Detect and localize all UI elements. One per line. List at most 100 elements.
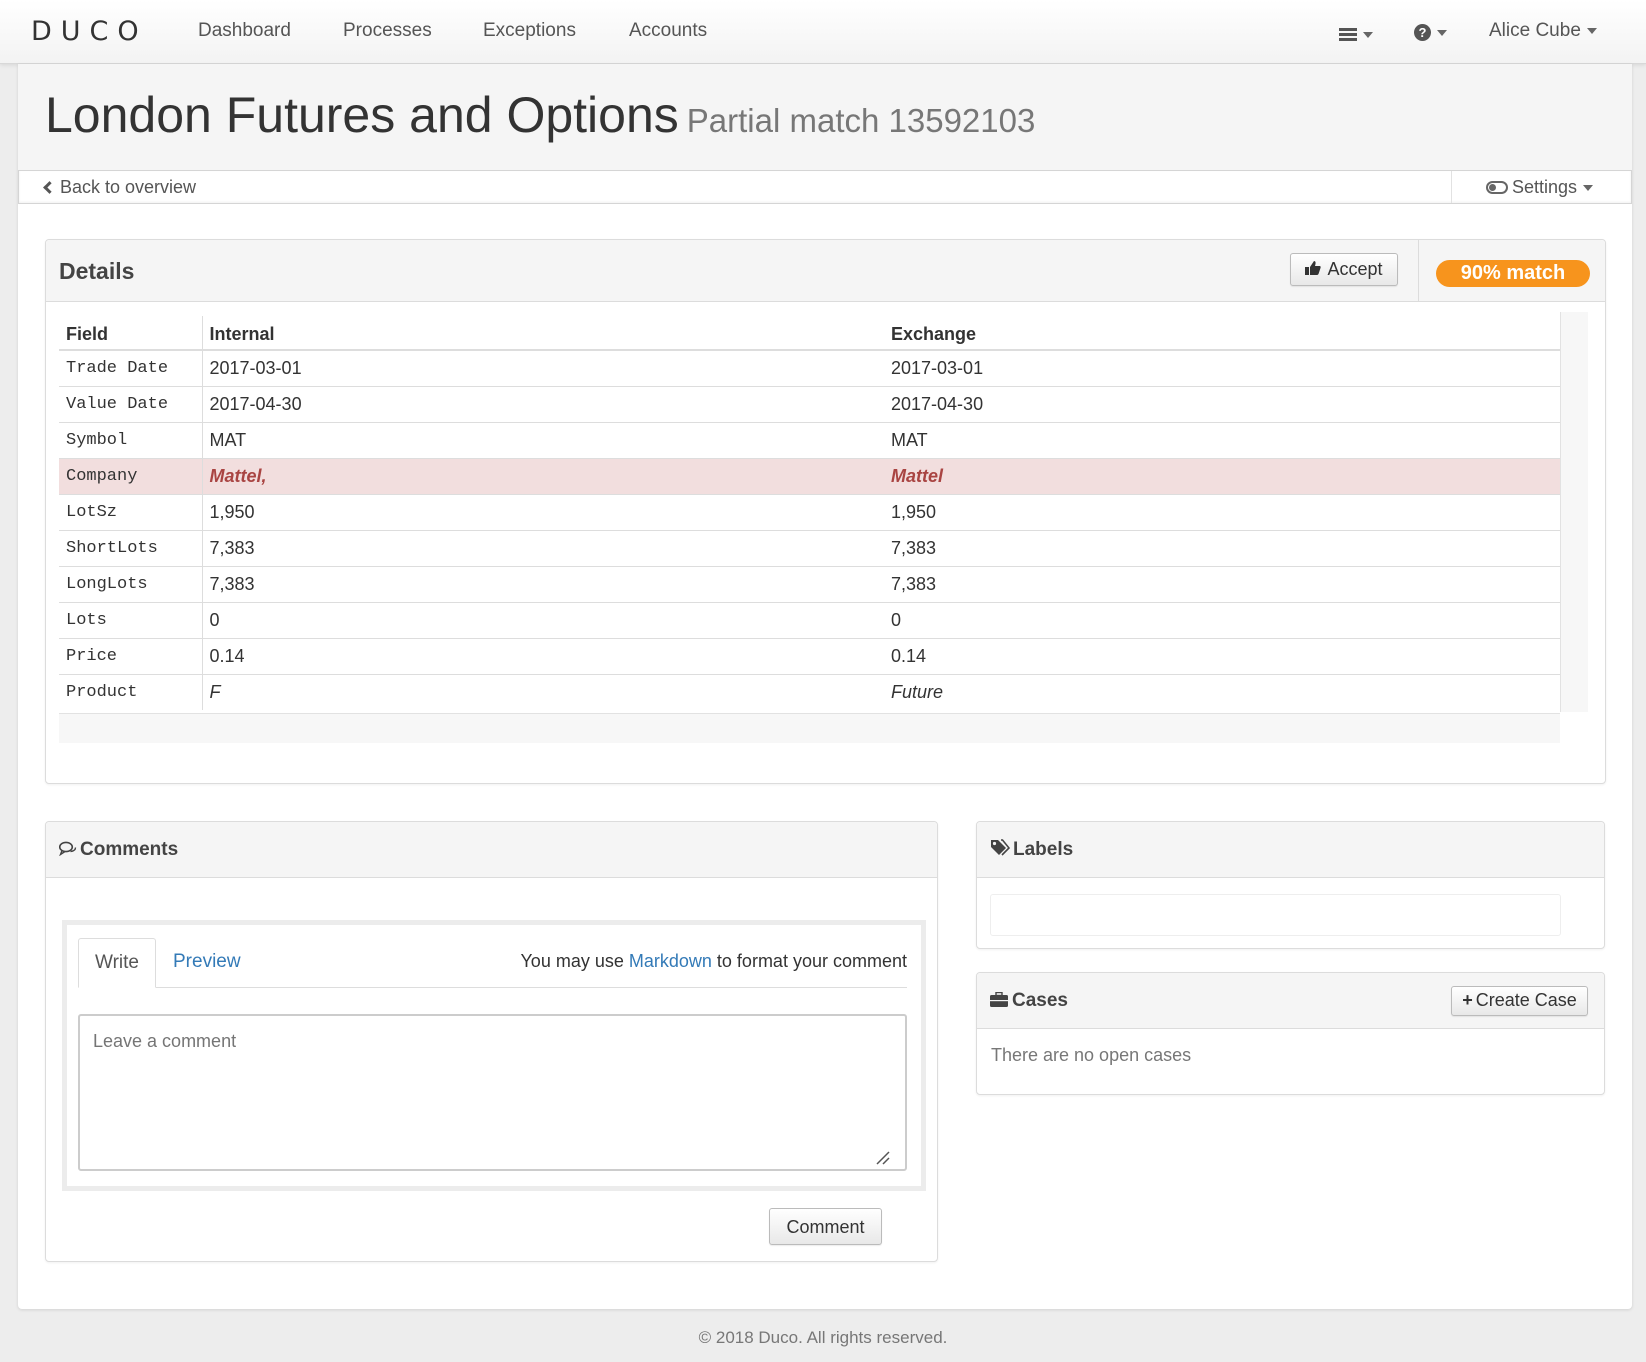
page-subtitle: Partial match 13592103 [686, 102, 1036, 139]
table-row: Price 0.14 0.14 [59, 637, 1560, 674]
internal-value: 0.14 [202, 637, 884, 674]
nav-exceptions[interactable]: Exceptions [483, 20, 576, 42]
cases-panel: Cases + Create Case There are no open cas… [976, 972, 1605, 1095]
exchange-value: 7,383 [884, 529, 1560, 566]
internal-value: MAT [202, 421, 884, 458]
user-dropdown[interactable]: Alice Cube [1489, 20, 1597, 42]
table-row: Product F Future [59, 673, 1560, 710]
sub-toolbar: Back to overview Settings [18, 170, 1632, 204]
table-row: Trade Date 2017-03-01 2017-03-01 [59, 349, 1560, 386]
field-name: Price [59, 637, 203, 674]
menu-dropdown[interactable] [1339, 24, 1373, 46]
table-header-row: Field Internal Exchange [59, 316, 1560, 351]
comments-heading: Comments [46, 822, 937, 878]
tags-icon [990, 839, 1011, 863]
toggle-icon [1486, 181, 1508, 194]
heading-divider [1418, 240, 1419, 302]
field-name: Value Date [59, 385, 203, 422]
comment-submit-button[interactable]: Comment [769, 1208, 882, 1245]
table-row: LotSz 1,950 1,950 [59, 493, 1560, 530]
exchange-value: 1,950 [884, 493, 1560, 530]
exchange-value: 0.14 [884, 637, 1560, 674]
table-row: Symbol MAT MAT [59, 421, 1560, 458]
horizontal-scrollbar[interactable] [59, 713, 1560, 743]
briefcase-icon [990, 991, 1008, 1013]
caret-down-icon [1586, 27, 1597, 34]
exchange-value: 2017-04-30 [884, 385, 1560, 422]
internal-value: F [202, 673, 884, 710]
accept-button[interactable]: Accept [1290, 253, 1398, 286]
markdown-link[interactable]: Markdown [629, 951, 712, 971]
internal-value: 2017-03-01 [202, 349, 884, 386]
table-row-mismatch: Company Mattel, Mattel [59, 457, 1560, 494]
hint-suffix: to format your comment [716, 951, 907, 971]
create-case-label: Create Case [1475, 990, 1577, 1010]
markdown-hint: You may use Markdown to format your comm… [520, 951, 907, 972]
column-header-exchange: Exchange [884, 316, 1560, 351]
create-case-button[interactable]: + Create Case [1451, 986, 1588, 1016]
internal-value: 7,383 [202, 529, 884, 566]
footer-copyright: © 2018 Duco. All rights reserved. [698, 1328, 948, 1347]
duco-logo[interactable]: DUCO [31, 16, 148, 47]
comment-icon [58, 840, 77, 862]
details-panel: Details Accept 90% match Field Internal … [45, 239, 1606, 784]
column-header-field: Field [59, 316, 203, 351]
cases-title-text: Cases [1012, 990, 1068, 1011]
back-label: Back to overview [60, 177, 197, 197]
chevron-left-icon [43, 181, 56, 194]
vertical-scrollbar[interactable] [1560, 312, 1588, 712]
nav-accounts[interactable]: Accounts [629, 20, 707, 42]
caret-down-icon [1437, 29, 1447, 36]
internal-value: 2017-04-30 [202, 385, 884, 422]
nav-dashboard[interactable]: Dashboard [198, 20, 291, 42]
internal-value: 0 [202, 601, 884, 638]
labels-input[interactable] [990, 894, 1561, 936]
exchange-value: Mattel [884, 457, 1560, 494]
details-title: Details [59, 258, 135, 284]
field-name: LotSz [59, 493, 203, 530]
menu-icon [1339, 27, 1357, 42]
caret-down-icon [1363, 31, 1373, 38]
resize-grip-icon[interactable] [876, 1151, 890, 1165]
help-dropdown[interactable]: ? [1414, 22, 1447, 44]
comments-title: Comments [58, 839, 178, 862]
field-name: ShortLots [59, 529, 203, 566]
settings-label: Settings [1512, 177, 1578, 197]
page-title: London Futures and Options Partial match … [45, 86, 1035, 144]
field-name: LongLots [59, 565, 203, 602]
exchange-value: 0 [884, 601, 1560, 638]
page-title-text: London Futures and Options [45, 87, 679, 143]
back-to-overview-link[interactable]: Back to overview [43, 177, 197, 198]
comment-input[interactable] [78, 1014, 907, 1171]
field-name: Product [59, 673, 203, 710]
exchange-value: 2017-03-01 [884, 349, 1560, 386]
labels-title: Labels [990, 839, 1073, 863]
table-row: ShortLots 7,383 7,383 [59, 529, 1560, 566]
internal-value: 1,950 [202, 493, 884, 530]
internal-value: Mattel, [202, 457, 884, 494]
nav-processes[interactable]: Processes [343, 20, 432, 42]
page-header: London Futures and Options Partial match … [18, 64, 1632, 170]
no-cases-text: There are no open cases [991, 1045, 1192, 1065]
table-row: Lots 0 0 [59, 601, 1560, 638]
settings-dropdown[interactable]: Settings [1451, 171, 1631, 203]
cases-heading: Cases + Create Case [977, 973, 1604, 1029]
tab-preview[interactable]: Preview [173, 951, 241, 973]
tab-write[interactable]: Write [78, 938, 156, 988]
field-name: Company [59, 457, 203, 494]
field-name: Trade Date [59, 349, 203, 386]
exchange-value: 7,383 [884, 565, 1560, 602]
details-heading: Details Accept 90% match [46, 240, 1605, 302]
cases-title: Cases [990, 990, 1068, 1013]
details-table: Field Internal Exchange Trade Date 2017-… [59, 316, 1560, 710]
help-icon: ? [1414, 24, 1431, 42]
hint-prefix: You may use [520, 951, 624, 971]
table-row: Value Date 2017-04-30 2017-04-30 [59, 385, 1560, 422]
tab-divider [78, 987, 907, 988]
labels-panel: Labels [976, 821, 1605, 949]
column-header-internal: Internal [202, 316, 884, 351]
internal-value: 7,383 [202, 565, 884, 602]
exchange-value: MAT [884, 421, 1560, 458]
thumbs-up-icon [1305, 259, 1322, 280]
match-badge: 90% match [1436, 260, 1590, 287]
